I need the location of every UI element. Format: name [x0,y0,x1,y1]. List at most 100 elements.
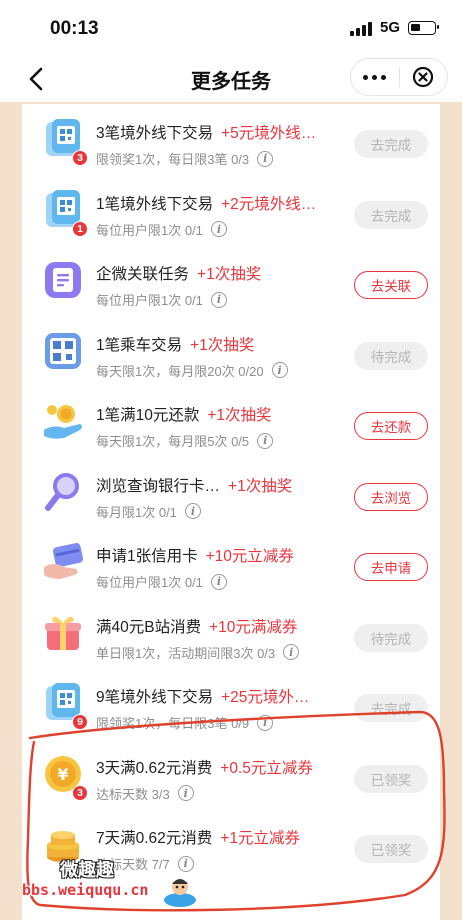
task-row: 1 1笔境外线下交易 +2元境外线… 每位用户限1次 0/1 i 去完成 [22,177,440,247]
task-name: 3天满0.62元消费 [96,759,213,777]
task-name: 9笔境外线下交易 [96,689,214,706]
task-limit-text: 限领奖1次，每日限3笔 0/3 [96,152,250,167]
mini-program-capsule [350,58,448,96]
credit-card-hand-icon [40,539,86,585]
task-row: 企微关联任务 +1次抽奖每位用户限1次 0/1 i 去关联 [22,247,440,317]
task-name: 满40元B站消费 [96,618,202,636]
task-reward: +25元境外… [221,689,310,706]
mascot-icon [164,879,196,907]
task-limit: 每位用户限1次 0/1 i [96,220,227,239]
nav-bar: 更多任务 [0,56,462,102]
task-action-button[interactable]: 去关联 [354,271,428,299]
info-icon[interactable]: i [257,432,274,449]
task-reward: +2元境外线… [221,195,317,213]
info-icon[interactable]: i [210,221,227,237]
task-row: 申请1张信用卡 +10元立减券每位用户限1次 0/1 i 去申请 [22,529,440,599]
task-title: 满40元B站消费 +10元满减券 [96,615,297,637]
task-name: 1笔境外线下交易 [96,195,214,213]
task-action-button[interactable]: 去申请 [354,553,428,581]
task-limit: 限领奖1次，每日限3笔 0/9 i [96,713,274,732]
task-name: 7天满0.62元消费 [96,830,213,847]
gift-box-icon [40,610,86,656]
task-limit: 每位用户限1次 0/1 i [96,290,227,309]
task-reward: +1次抽奖 [207,407,272,424]
task-reward: +5元境外线… [221,125,317,142]
task-title: 3天满0.62元消费 +0.5元立减券 [96,756,313,778]
count-badge: 1 [72,220,88,237]
task-limit: 每位用户限1次 0/1 i [96,572,227,591]
count-badge: 3 [72,784,88,801]
battery-icon [408,20,439,35]
task-row: 浏览查询银行卡… +1次抽奖每月限1次 0/1 i 去浏览 [22,459,440,529]
transit-qr-icon [40,328,86,374]
signal-icon [349,20,372,36]
task-row: 1笔满10元还款 +1次抽奖每天限1次，每月限5次 0/5 i 去还款 [22,388,440,458]
close-button[interactable] [400,59,448,95]
task-limit-text: 每月限1次 0/1 [96,504,177,520]
task-limit-text: 达标天数 3/3 [96,786,170,802]
task-limit: 达标天数 3/3 i [96,784,194,803]
task-limit: 限领奖1次，每日限3笔 0/3 i [96,149,274,168]
task-name: 浏览查询银行卡… [96,477,221,495]
info-icon[interactable]: i [283,644,300,660]
task-reward: +1元立减券 [220,830,300,847]
task-action-button[interactable]: 已领奖 [354,835,428,863]
task-limit-text: 每位用户限1次 0/1 [96,575,203,590]
task-action-button[interactable]: 去完成 [354,130,428,158]
task-title: 1笔境外线下交易 +2元境外线… [96,192,316,214]
task-action-button[interactable]: 去还款 [354,412,428,440]
task-name: 1笔满10元还款 [96,407,200,424]
info-icon[interactable]: i [257,150,274,167]
task-limit-text: 每位用户限1次 0/1 [96,222,203,238]
task-row: 1笔乘车交易 +1次抽奖每天限1次，每月限20次 0/20 i 待完成 [22,318,440,388]
task-limit-text: 每位用户限1次 0/1 [96,293,203,308]
task-limit: 每月限1次 0/1 i [96,502,201,521]
status-bar: 00:13 5G [0,0,462,56]
info-icon[interactable]: i [184,503,201,519]
task-reward: +1次抽奖 [190,336,255,354]
task-title: 浏览查询银行卡… +1次抽奖 [96,474,292,496]
info-icon[interactable]: i [210,573,227,590]
status-time: 00:13 [50,18,99,39]
count-badge: 9 [72,714,88,730]
more-button[interactable] [351,59,399,95]
count-badge: 3 [72,150,88,166]
svg-text:¥: ¥ [57,765,68,784]
task-title: 1笔满10元还款 +1次抽奖 [96,403,272,425]
watermark-line1: 微趣趣 [60,860,114,880]
task-limit: 每天限1次，每月限5次 0/5 i [96,431,274,450]
task-row: ¥3 3天满0.62元消费 +0.5元立减券达标天数 3/3 i 已领奖 [22,741,440,811]
task-row: 9 9笔境外线下交易 +25元境外… 限领奖1次，每日限3笔 0/9 i 去完成 [22,670,440,740]
task-title: 1笔乘车交易 +1次抽奖 [96,333,254,355]
task-limit-text: 每天限1次，每月限20次 0/20 [96,363,264,379]
info-icon[interactable]: i [257,714,274,731]
task-title: 3笔境外线下交易 +5元境外线… [96,121,316,143]
task-name: 3笔境外线下交易 [96,125,214,142]
task-title: 企微关联任务 +1次抽奖 [96,262,261,284]
task-title: 7天满0.62元消费 +1元立减券 [96,826,300,848]
task-reward: +10元立减券 [205,548,294,565]
task-reward: +10元满减券 [209,618,298,636]
info-icon[interactable]: i [177,785,194,801]
task-action-button[interactable]: 已领奖 [354,764,428,793]
task-action-button[interactable]: 去完成 [354,200,428,229]
magnifier-icon [40,469,86,515]
task-reward: +1次抽奖 [197,266,262,283]
task-row: 3 3笔境外线下交易 +5元境外线… 限领奖1次，每日限3笔 0/3 i 去完成 [22,106,440,176]
task-limit: 每天限1次，每月限20次 0/20 i [96,361,288,380]
info-icon[interactable]: i [210,291,227,308]
task-row: 满40元B站消费 +10元满减券单日限1次，活动期间限3次 0/3 i 待完成 [22,600,440,670]
task-name: 1笔乘车交易 [96,336,183,354]
task-name: 企微关联任务 [96,266,190,283]
task-title: 申请1张信用卡 +10元立减券 [96,544,294,566]
coin-hand-icon [40,398,86,444]
task-action-button[interactable]: 待完成 [354,623,428,652]
task-limit-text: 每天限1次，每月限5次 0/5 [96,434,250,449]
task-action-button[interactable]: 待完成 [354,341,428,370]
watermark-line2: bbs.weiququ.cn [22,881,149,899]
task-limit: 单日限1次，活动期间限3次 0/3 i [96,643,300,662]
info-icon[interactable]: i [271,362,288,378]
task-action-button[interactable]: 去浏览 [354,482,428,511]
task-action-button[interactable]: 去完成 [354,694,428,722]
task-title: 9笔境外线下交易 +25元境外… [96,685,309,707]
